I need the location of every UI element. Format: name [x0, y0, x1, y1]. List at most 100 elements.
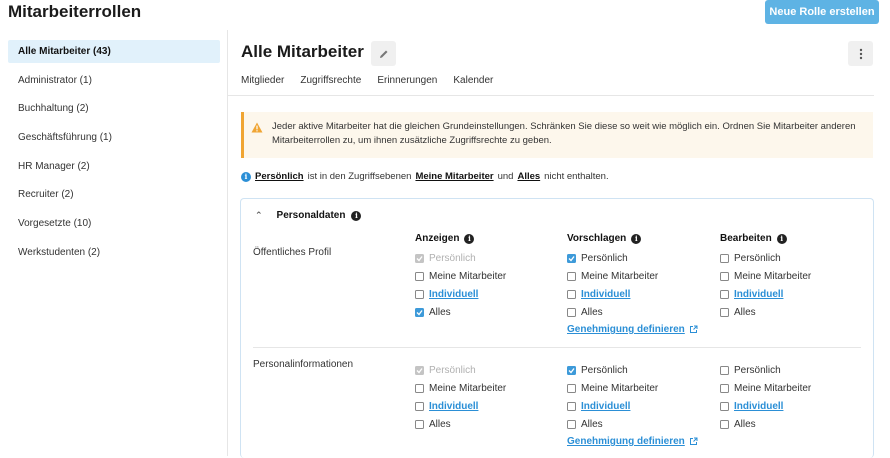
- checkbox[interactable]: [720, 271, 729, 281]
- option-label: Alles: [581, 306, 603, 318]
- checkbox-vorschlagen-alles[interactable]: Alles: [567, 417, 603, 431]
- checkbox[interactable]: [720, 419, 729, 429]
- row-label-personalinformationen: Personalinformationen: [253, 359, 354, 370]
- more-options-button[interactable]: [848, 41, 873, 66]
- sidebar-item-vorgesetzte[interactable]: Vorgesetzte (10): [8, 212, 220, 235]
- option-label: Alles: [429, 306, 451, 318]
- info-term-meine-mitarbeiter: Meine Mitarbeiter: [415, 171, 494, 182]
- option-label: Persönlich: [734, 252, 781, 264]
- edit-title-button[interactable]: [371, 41, 396, 66]
- warning-banner: Jeder aktive Mitarbeiter hat die gleiche…: [241, 112, 873, 158]
- tab-erinnerungen[interactable]: Erinnerungen: [377, 74, 437, 96]
- checkbox-bearbeiten-alles[interactable]: Alles: [720, 305, 756, 319]
- option-label: Alles: [734, 418, 756, 430]
- checkbox-bearbeiten-individuell[interactable]: Individuell: [720, 287, 783, 301]
- checkbox-anzeigen-meine-mitarbeiter[interactable]: Meine Mitarbeiter: [415, 381, 506, 395]
- checkbox[interactable]: [567, 253, 576, 263]
- info-text: nicht enthalten.: [544, 171, 609, 182]
- checkbox[interactable]: [567, 271, 576, 281]
- checkbox[interactable]: [567, 307, 576, 317]
- checkbox-anzeigen-individuell[interactable]: Individuell: [415, 399, 478, 413]
- checkbox[interactable]: [415, 289, 424, 299]
- checkbox[interactable]: [720, 307, 729, 317]
- checkbox-anzeigen-meine-mitarbeiter[interactable]: Meine Mitarbeiter: [415, 269, 506, 283]
- tab-zugriffsrechte[interactable]: Zugriffsrechte: [297, 74, 365, 96]
- checkbox-vorschlagen-persoenlich[interactable]: Persönlich: [567, 251, 628, 265]
- column-label: Bearbeiten: [720, 233, 772, 244]
- section-header[interactable]: ⌃ Personaldaten i: [255, 210, 362, 221]
- option-label: Persönlich: [429, 252, 476, 264]
- sidebar: Alle Mitarbeiter (43) Administrator (1) …: [8, 40, 220, 270]
- option-label: Persönlich: [734, 364, 781, 376]
- checkbox-vorschlagen-meine-mitarbeiter[interactable]: Meine Mitarbeiter: [567, 269, 658, 283]
- info-icon[interactable]: i: [351, 210, 362, 221]
- info-icon[interactable]: i: [776, 233, 787, 244]
- sidebar-item-administrator[interactable]: Administrator (1): [8, 69, 220, 92]
- chevron-up-icon[interactable]: ⌃: [255, 210, 263, 221]
- option-label: Persönlich: [581, 364, 628, 376]
- info-line: i Persönlich ist in den Zugriffsebenen M…: [241, 171, 609, 182]
- individuell-link[interactable]: Individuell: [734, 289, 783, 300]
- column-anzeigen: Anzeigen i: [415, 233, 475, 244]
- checkbox[interactable]: [720, 365, 729, 375]
- checkbox-anzeigen-alles[interactable]: Alles: [415, 305, 451, 319]
- option-label: Persönlich: [581, 252, 628, 264]
- checkbox-bearbeiten-meine-mitarbeiter[interactable]: Meine Mitarbeiter: [720, 269, 811, 283]
- option-label: Alles: [429, 418, 451, 430]
- sidebar-item-buchhaltung[interactable]: Buchhaltung (2): [8, 97, 220, 120]
- checkbox-vorschlagen-meine-mitarbeiter[interactable]: Meine Mitarbeiter: [567, 381, 658, 395]
- checkbox-vorschlagen-individuell[interactable]: Individuell: [567, 399, 630, 413]
- checkbox[interactable]: [720, 401, 729, 411]
- checkbox-bearbeiten-persoenlich[interactable]: Persönlich: [720, 363, 781, 377]
- option-label: Meine Mitarbeiter: [581, 270, 659, 282]
- checkbox-anzeigen-alles[interactable]: Alles: [415, 417, 451, 431]
- sidebar-item-geschaeftsfuehrung[interactable]: Geschäftsführung (1): [8, 126, 220, 149]
- checkbox[interactable]: [415, 307, 424, 317]
- checkbox[interactable]: [415, 401, 424, 411]
- info-icon[interactable]: i: [464, 233, 475, 244]
- checkbox[interactable]: [415, 271, 424, 281]
- checkbox-bearbeiten-alles[interactable]: Alles: [720, 417, 756, 431]
- tab-mitglieder[interactable]: Mitglieder: [241, 74, 284, 96]
- checkbox-vorschlagen-individuell[interactable]: Individuell: [567, 287, 630, 301]
- info-icon: i: [241, 171, 251, 182]
- checkbox[interactable]: [567, 383, 576, 393]
- checkbox-bearbeiten-persoenlich[interactable]: Persönlich: [720, 251, 781, 265]
- tab-underline: [228, 95, 874, 96]
- row-label-oeffentliches-profil: Öffentliches Profil: [253, 247, 332, 258]
- sidebar-item-recruiter[interactable]: Recruiter (2): [8, 183, 220, 206]
- checkbox[interactable]: [720, 383, 729, 393]
- checkbox[interactable]: [567, 401, 576, 411]
- sidebar-item-alle-mitarbeiter[interactable]: Alle Mitarbeiter (43): [8, 40, 220, 63]
- sidebar-item-hr-manager[interactable]: HR Manager (2): [8, 155, 220, 178]
- individuell-link[interactable]: Individuell: [429, 401, 478, 412]
- option-label: Meine Mitarbeiter: [429, 270, 507, 282]
- checkbox[interactable]: [720, 289, 729, 299]
- personaldaten-card: ⌃ Personaldaten i Anzeigen i Vorschlagen…: [240, 198, 874, 458]
- approval-label: Genehmigung definieren: [567, 436, 685, 447]
- checkbox-anzeigen-individuell[interactable]: Individuell: [415, 287, 478, 301]
- individuell-link[interactable]: Individuell: [581, 289, 630, 300]
- checkbox[interactable]: [415, 383, 424, 393]
- tab-kalender[interactable]: Kalender: [453, 74, 493, 96]
- individuell-link[interactable]: Individuell: [581, 401, 630, 412]
- tab-bar: Mitglieder Zugriffsrechte Erinnerungen K…: [241, 74, 493, 96]
- new-role-button[interactable]: Neue Rolle erstellen: [765, 0, 879, 24]
- individuell-link[interactable]: Individuell: [734, 401, 783, 412]
- checkbox-bearbeiten-meine-mitarbeiter[interactable]: Meine Mitarbeiter: [720, 381, 811, 395]
- checkbox: [415, 253, 424, 263]
- checkbox[interactable]: [567, 289, 576, 299]
- checkbox-vorschlagen-persoenlich[interactable]: Persönlich: [567, 363, 628, 377]
- checkbox[interactable]: [415, 419, 424, 429]
- sidebar-item-werkstudenten[interactable]: Werkstudenten (2): [8, 241, 220, 264]
- checkbox[interactable]: [720, 253, 729, 263]
- approval-link[interactable]: Genehmigung definieren: [567, 324, 698, 335]
- checkbox-vorschlagen-alles[interactable]: Alles: [567, 305, 603, 319]
- checkbox-bearbeiten-individuell[interactable]: Individuell: [720, 399, 783, 413]
- approval-link[interactable]: Genehmigung definieren: [567, 436, 698, 447]
- info-icon[interactable]: i: [631, 233, 642, 244]
- checkbox[interactable]: [567, 365, 576, 375]
- checkbox[interactable]: [567, 419, 576, 429]
- individuell-link[interactable]: Individuell: [429, 289, 478, 300]
- column-bearbeiten: Bearbeiten i: [720, 233, 787, 244]
